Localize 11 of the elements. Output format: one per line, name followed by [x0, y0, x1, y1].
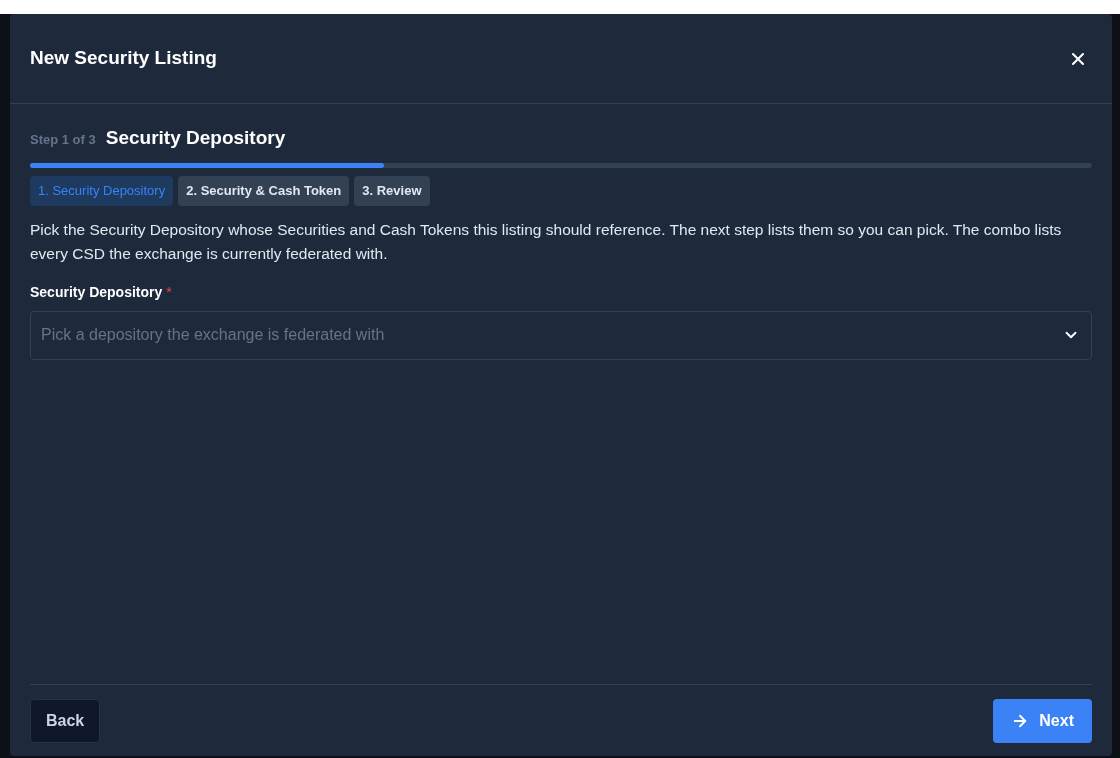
back-button[interactable]: Back — [30, 698, 101, 743]
depository-select[interactable]: Pick a depository the exchange is federated with — [30, 310, 1092, 360]
dialog-title: New Security Listing — [30, 46, 217, 71]
step-tab[interactable]: 2. Security & Cash Token — [178, 175, 350, 206]
step-counter: Step 1 of 3 — [30, 131, 96, 149]
field-label: Security Depository — [30, 282, 163, 302]
step-title: Security Depository — [105, 126, 286, 150]
required-mark: * — [166, 282, 172, 302]
next-button[interactable]: Next — [993, 698, 1092, 743]
step-tab[interactable]: 3. Review — [354, 175, 430, 206]
step-description: Pick the Security Depository whose Securities and Cash Tokens this listing should reference. The next step lists them so you can pick. The combo lists every CSD the exchange is currently federated with. — [30, 219, 1063, 264]
